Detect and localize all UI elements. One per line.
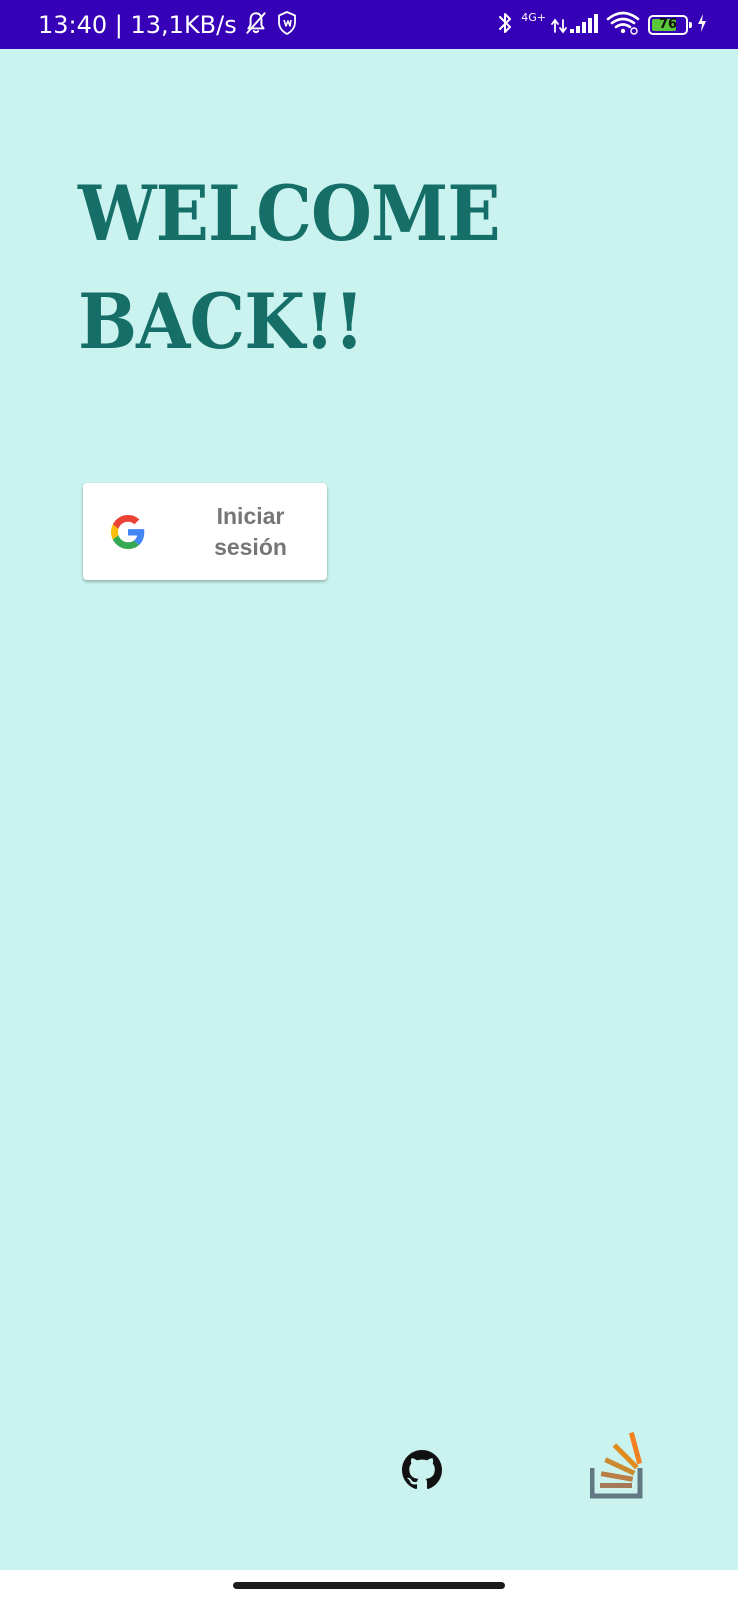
bluetooth-icon <box>497 10 513 40</box>
github-icon <box>402 1450 442 1494</box>
status-right: 4G+ 76 <box>497 0 708 49</box>
status-time: 13:40 | 13,1KB/s <box>38 10 237 39</box>
status-left: 13:40 | 13,1KB/s <box>38 0 299 49</box>
welcome-title-line1: WELCOME <box>78 169 501 258</box>
wifi-icon <box>606 10 640 40</box>
navigation-bar <box>0 1570 738 1600</box>
stackoverflow-icon <box>589 1432 650 1504</box>
stackoverflow-link[interactable] <box>589 1428 650 1500</box>
status-bar: 13:40 | 13,1KB/s 4G+ 76 <box>0 0 738 49</box>
welcome-title-line2: BACK!! <box>78 277 365 366</box>
charging-icon <box>696 11 708 39</box>
bell-off-icon <box>243 10 269 40</box>
signal-icon <box>550 10 598 40</box>
shield-icon <box>275 10 299 40</box>
battery-level: 76 <box>658 16 678 32</box>
welcome-title: WELCOME BACK!! <box>78 160 501 376</box>
network-type: 4G+ <box>521 11 546 24</box>
google-sign-in-label: Iniciar sesión <box>214 502 287 560</box>
google-logo-icon <box>111 515 145 549</box>
github-link[interactable] <box>402 1450 442 1490</box>
battery-tip <box>689 21 692 28</box>
google-sign-in-button[interactable]: Iniciar sesión <box>83 483 327 580</box>
home-indicator[interactable] <box>233 1582 505 1589</box>
battery-icon: 76 <box>648 14 692 35</box>
